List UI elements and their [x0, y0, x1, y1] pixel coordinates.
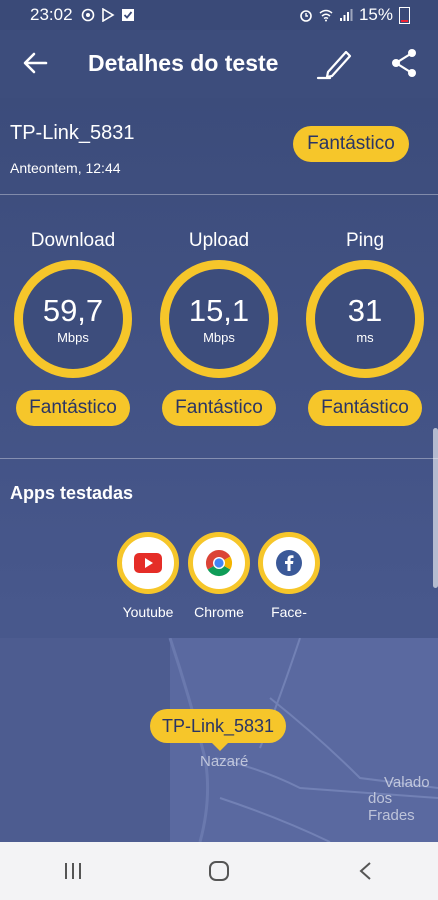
metric-rating-badge: Fantástico: [308, 390, 422, 426]
metric-value: 31: [347, 292, 383, 328]
metric-label: Upload: [188, 230, 250, 251]
wifi-icon: [319, 9, 333, 22]
map-label-place: Valado: [384, 774, 430, 791]
signal-icon: [339, 9, 353, 21]
divider: [0, 194, 438, 195]
battery-percent: 15%: [358, 5, 393, 24]
metric-unit: Mbps: [203, 329, 235, 345]
map-label-town: Nazaré: [200, 753, 249, 770]
upload-gauge: 15,1 Mbps: [160, 260, 278, 378]
apps-section-title: Apps testadas: [10, 483, 134, 503]
play-store-icon: [101, 8, 115, 22]
chrome-icon: [205, 549, 233, 577]
test-details: TP-Link_5831 Anteontem, 12:44 Fantástico…: [0, 98, 438, 842]
metric-value: 59,7: [42, 292, 104, 328]
metric-unit: ms: [356, 329, 374, 345]
scrollbar[interactable]: [433, 428, 438, 588]
page-title: Detalhes do teste: [88, 50, 279, 76]
download-metric: Download 59,7 Mbps Fantástico: [8, 230, 138, 426]
back-button[interactable]: [345, 856, 385, 886]
app-facebook[interactable]: Face-: [254, 532, 324, 620]
sync-icon: [81, 8, 94, 22]
app-youtube[interactable]: Youtube: [113, 532, 183, 620]
map-label-place-2: dos Frades: [368, 790, 415, 824]
recent-apps-icon: [65, 863, 81, 879]
status-bar: 23:02 15%: [0, 0, 438, 30]
checkbox-notification-icon: [121, 9, 134, 21]
battery-icon: [399, 6, 410, 24]
ping-gauge: 31 ms: [306, 260, 424, 378]
metric-label: Download: [30, 230, 116, 251]
app-name: Face-: [271, 604, 307, 620]
map-view[interactable]: TP-Link_5831 Nazaré Valado dos Frades: [0, 638, 438, 842]
alarm-icon: [300, 10, 312, 22]
divider: [0, 458, 438, 459]
back-chevron-icon: [359, 862, 371, 880]
metric-rating-badge: Fantástico: [162, 390, 276, 426]
metric-label: Ping: [345, 230, 385, 251]
overall-rating-badge: Fantástico: [293, 126, 409, 162]
facebook-icon: [276, 550, 302, 576]
network-name: TP-Link_5831: [10, 122, 135, 144]
arrow-left-icon[interactable]: [22, 50, 48, 76]
system-nav-bar: [0, 842, 438, 900]
pencil-icon[interactable]: [316, 46, 356, 82]
home-icon: [209, 861, 229, 881]
app-bar: Detalhes do teste: [0, 30, 438, 98]
ping-metric: Ping 31 ms Fantástico: [300, 230, 430, 426]
metric-value: 15,1: [188, 292, 250, 328]
recent-apps-button[interactable]: [53, 856, 93, 886]
share-icon[interactable]: [390, 48, 418, 78]
home-button[interactable]: [199, 856, 239, 886]
app-name: Youtube: [122, 604, 174, 620]
map-marker[interactable]: TP-Link_5831: [150, 709, 287, 751]
status-time: 23:02: [30, 5, 73, 24]
metric-rating-badge: Fantástico: [16, 390, 130, 426]
metric-unit: Mbps: [57, 329, 89, 345]
download-gauge: 59,7 Mbps: [14, 260, 132, 378]
upload-metric: Upload 15,1 Mbps Fantástico: [154, 230, 284, 426]
app-name: Chrome: [194, 604, 244, 620]
youtube-icon: [134, 553, 162, 573]
app-chrome[interactable]: Chrome: [184, 532, 254, 620]
test-date: Anteontem, 12:44: [10, 160, 121, 176]
